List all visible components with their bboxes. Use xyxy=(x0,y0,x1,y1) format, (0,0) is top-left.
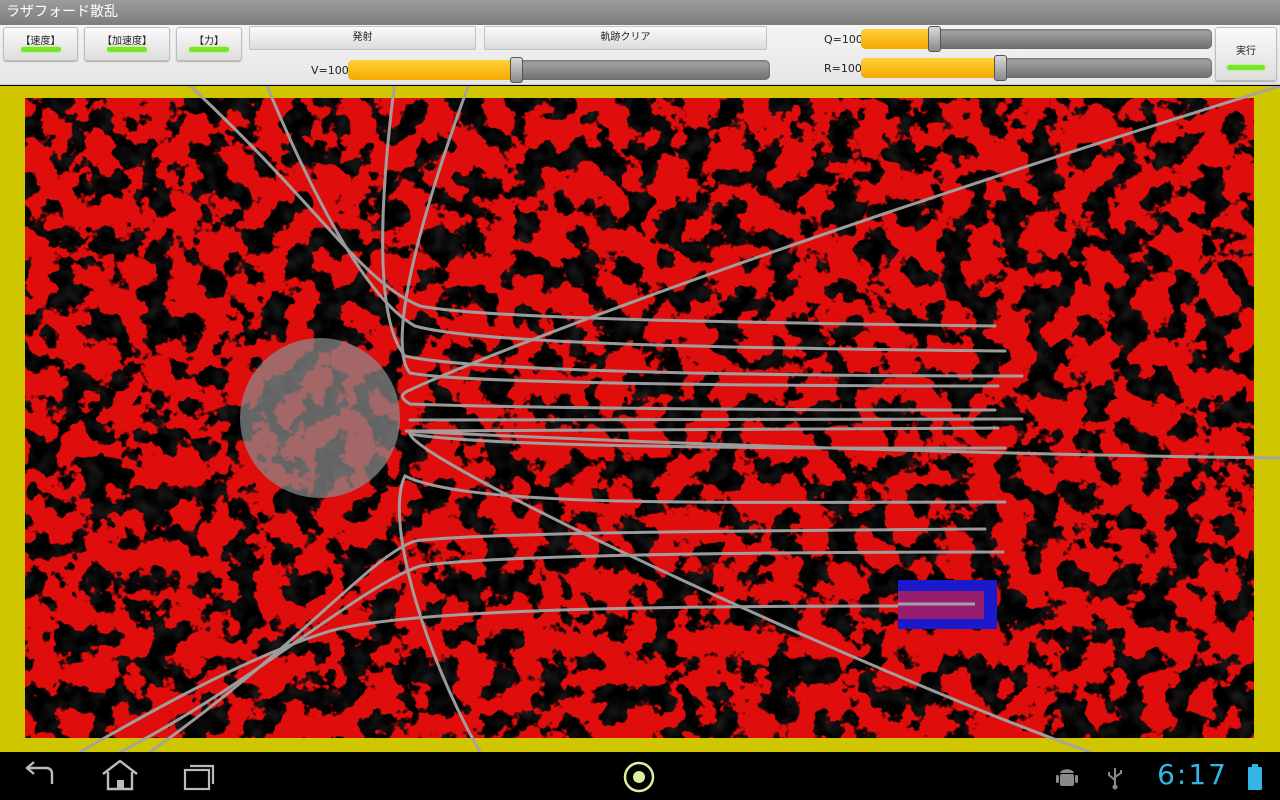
alpha-emitter[interactable] xyxy=(898,580,997,629)
recent-apps-icon[interactable] xyxy=(182,760,218,792)
trajectory-path xyxy=(408,417,1024,422)
velocity-toggle-button[interactable]: 【速度】 xyxy=(3,27,78,61)
velocity-toggle-label: 【速度】 xyxy=(20,36,61,47)
velocity-slider-label: V=100 xyxy=(311,64,349,77)
system-navigation-bar: 6:17 xyxy=(0,752,1280,800)
run-indicator xyxy=(1227,65,1265,70)
simulation-area[interactable] xyxy=(0,79,1280,754)
acceleration-indicator xyxy=(107,47,147,52)
charge-slider-label: Q=100 xyxy=(824,33,863,46)
field-vein-texture xyxy=(25,98,1254,738)
velocity-slider-thumb[interactable] xyxy=(509,57,523,83)
force-toggle-label: 【力】 xyxy=(194,36,224,47)
battery-icon xyxy=(1248,764,1262,790)
nucleus-circle xyxy=(240,338,400,498)
radius-slider-fill xyxy=(861,58,1002,78)
velocity-indicator xyxy=(20,47,61,52)
acceleration-toggle-button[interactable]: 【加速度】 xyxy=(84,27,170,61)
velocity-slider[interactable] xyxy=(348,57,770,83)
radius-slider-label: R=100 xyxy=(824,62,862,75)
app-center-icon[interactable] xyxy=(622,760,656,794)
app-title: ラザフォード散乱 xyxy=(6,4,118,20)
home-icon[interactable] xyxy=(100,758,140,792)
app-title-bar: ラザフォード散乱 xyxy=(0,0,1280,25)
control-toolbar: 【速度】 【加速度】 【力】 発射 軌跡クリア V=100 Q=100 R=10… xyxy=(0,25,1280,85)
fire-button[interactable]: 発射 xyxy=(249,26,476,50)
simulation-canvas[interactable] xyxy=(0,79,1280,754)
force-toggle-button[interactable]: 【力】 xyxy=(176,27,242,61)
radius-slider[interactable] xyxy=(861,55,1212,81)
back-icon[interactable] xyxy=(22,760,58,792)
charge-slider-fill xyxy=(861,29,935,49)
usb-icon xyxy=(1108,768,1122,790)
run-button-label: 実行 xyxy=(1236,46,1256,57)
clear-trails-button[interactable]: 軌跡クリア xyxy=(484,26,767,50)
force-indicator xyxy=(189,47,229,52)
velocity-slider-fill xyxy=(348,60,517,80)
charge-slider[interactable] xyxy=(861,26,1212,52)
radius-slider-thumb[interactable] xyxy=(994,55,1008,81)
clock-time: 6:17 xyxy=(1157,758,1228,791)
charge-slider-thumb[interactable] xyxy=(927,26,941,52)
run-button[interactable]: 実行 xyxy=(1215,27,1277,81)
android-debug-icon xyxy=(1056,769,1078,786)
acceleration-toggle-label: 【加速度】 xyxy=(102,36,152,47)
